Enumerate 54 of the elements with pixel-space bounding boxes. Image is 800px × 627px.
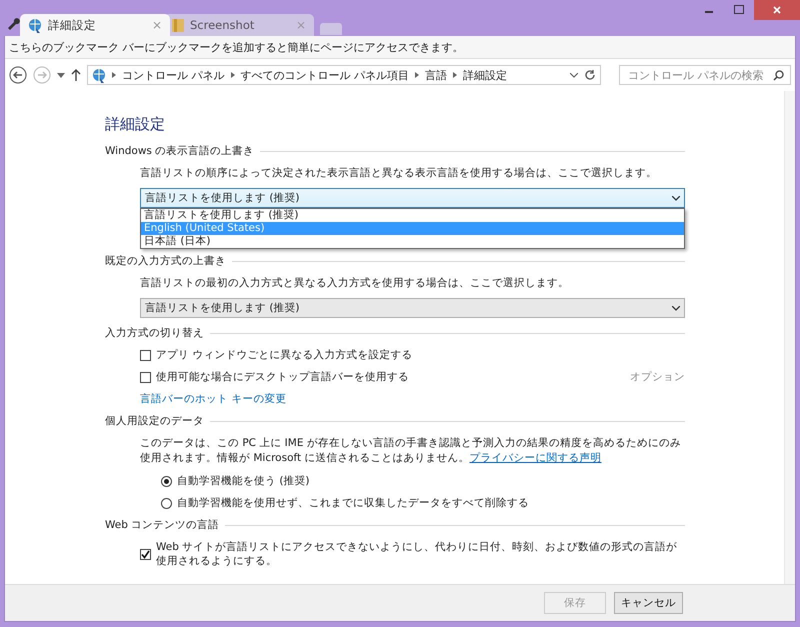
- close-icon[interactable]: [754, 0, 800, 20]
- search-icon[interactable]: [773, 70, 784, 80]
- dropdown-option[interactable]: 日本語 (日本): [141, 235, 684, 248]
- section-heading: 既定の入力方式の上書き: [105, 254, 226, 268]
- section-heading: 入力方式の切り替え: [105, 326, 204, 340]
- radio-button[interactable]: [161, 498, 172, 508]
- dropdown-caret-icon[interactable]: [57, 72, 65, 78]
- tab-title: 詳細設定: [48, 18, 96, 32]
- back-icon[interactable]: [9, 66, 27, 84]
- wrench-icon[interactable]: [6, 16, 20, 30]
- checkbox-label[interactable]: アプリ ウィンドウごとに異なる入力方式を設定する: [156, 348, 412, 362]
- globe-icon: [92, 68, 106, 82]
- up-arrow-icon[interactable]: [71, 69, 81, 81]
- description-text: このデータは、この PC 上に IME が存在しない言語の手書き認識と予測入力の結果の精度を高めるためにのみ使用されます。情報が Microsoft に送信されることはありません。プライバシーに関する声明: [140, 437, 681, 464]
- chevron-icon: [112, 72, 116, 78]
- checkmark-icon: [141, 550, 150, 558]
- description-text: 言語リストの順序によって決定された表示言語と異なる表示言語を使用する場合は、ここで選択します。: [140, 167, 657, 179]
- page-title: 詳細設定: [105, 115, 166, 134]
- chevron-down-icon: [672, 196, 680, 200]
- breadcrumb-item[interactable]: コントロール パネル: [122, 68, 224, 82]
- hotkey-link[interactable]: 言語バーのホット キーの変更: [140, 393, 286, 405]
- tab-title: Screenshot: [190, 18, 254, 32]
- chevron-down-icon: [672, 306, 680, 310]
- browser-tab[interactable]: 詳細設定 ×: [20, 14, 170, 36]
- dropdown-option[interactable]: 言語リストを使用します (推奨): [141, 209, 684, 222]
- chevron-down-icon[interactable]: [570, 72, 578, 78]
- radio-button[interactable]: [161, 476, 172, 486]
- folder-icon: [172, 18, 184, 32]
- radio-label[interactable]: 自動学習機能を使用せず、これまでに収集したデータをすべて削除する: [177, 496, 529, 510]
- dropdown[interactable]: 言語リストを使用します (推奨): [140, 298, 685, 318]
- section-heading: Web コンテンツの言語: [105, 518, 220, 532]
- refresh-icon[interactable]: [584, 69, 596, 81]
- bookmark-bar-text: こちらのブックマーク バーにブックマークを追加すると簡単にページにアクセスできます。: [9, 40, 464, 54]
- chevron-icon: [230, 72, 234, 78]
- privacy-link[interactable]: プライバシーに関する声明: [469, 452, 602, 464]
- breadcrumb-item[interactable]: 言語: [425, 68, 447, 82]
- breadcrumb-item[interactable]: すべてのコントロール パネル項目: [240, 68, 409, 82]
- radio-label[interactable]: 自動学習機能を使う (推奨): [177, 474, 310, 488]
- section-heading: Windows の表示言語の上書き: [105, 144, 254, 158]
- chevron-icon: [415, 72, 419, 78]
- chevron-icon: [453, 72, 457, 78]
- breadcrumb-item[interactable]: 詳細設定: [463, 68, 507, 82]
- scrollbar[interactable]: [784, 91, 795, 584]
- checkbox[interactable]: [140, 350, 151, 360]
- checkbox-label[interactable]: 使用可能な場合にデスクトップ言語バーを使用する: [156, 370, 409, 384]
- globe-icon: [28, 18, 42, 32]
- search-field[interactable]: コントロール パネルの検索: [619, 65, 791, 85]
- description-text: 言語リストの最初の入力方式と異なる入力方式を使用する場合は、ここで選択します。: [140, 277, 569, 289]
- checkbox[interactable]: [140, 372, 151, 382]
- checkbox[interactable]: [140, 548, 151, 560]
- checkbox-label[interactable]: Web サイトが言語リストにアクセスできないようにし、代わりに日付、時刻、および数値の形式の言語が使用されるようにする。: [156, 540, 685, 568]
- address-bar[interactable]: コントロール パネル すべてのコントロール パネル項目 言語 詳細設定: [87, 65, 601, 85]
- section-heading: 個人用設定のデータ: [105, 414, 204, 428]
- dialog-button[interactable]: キャンセル: [614, 592, 683, 614]
